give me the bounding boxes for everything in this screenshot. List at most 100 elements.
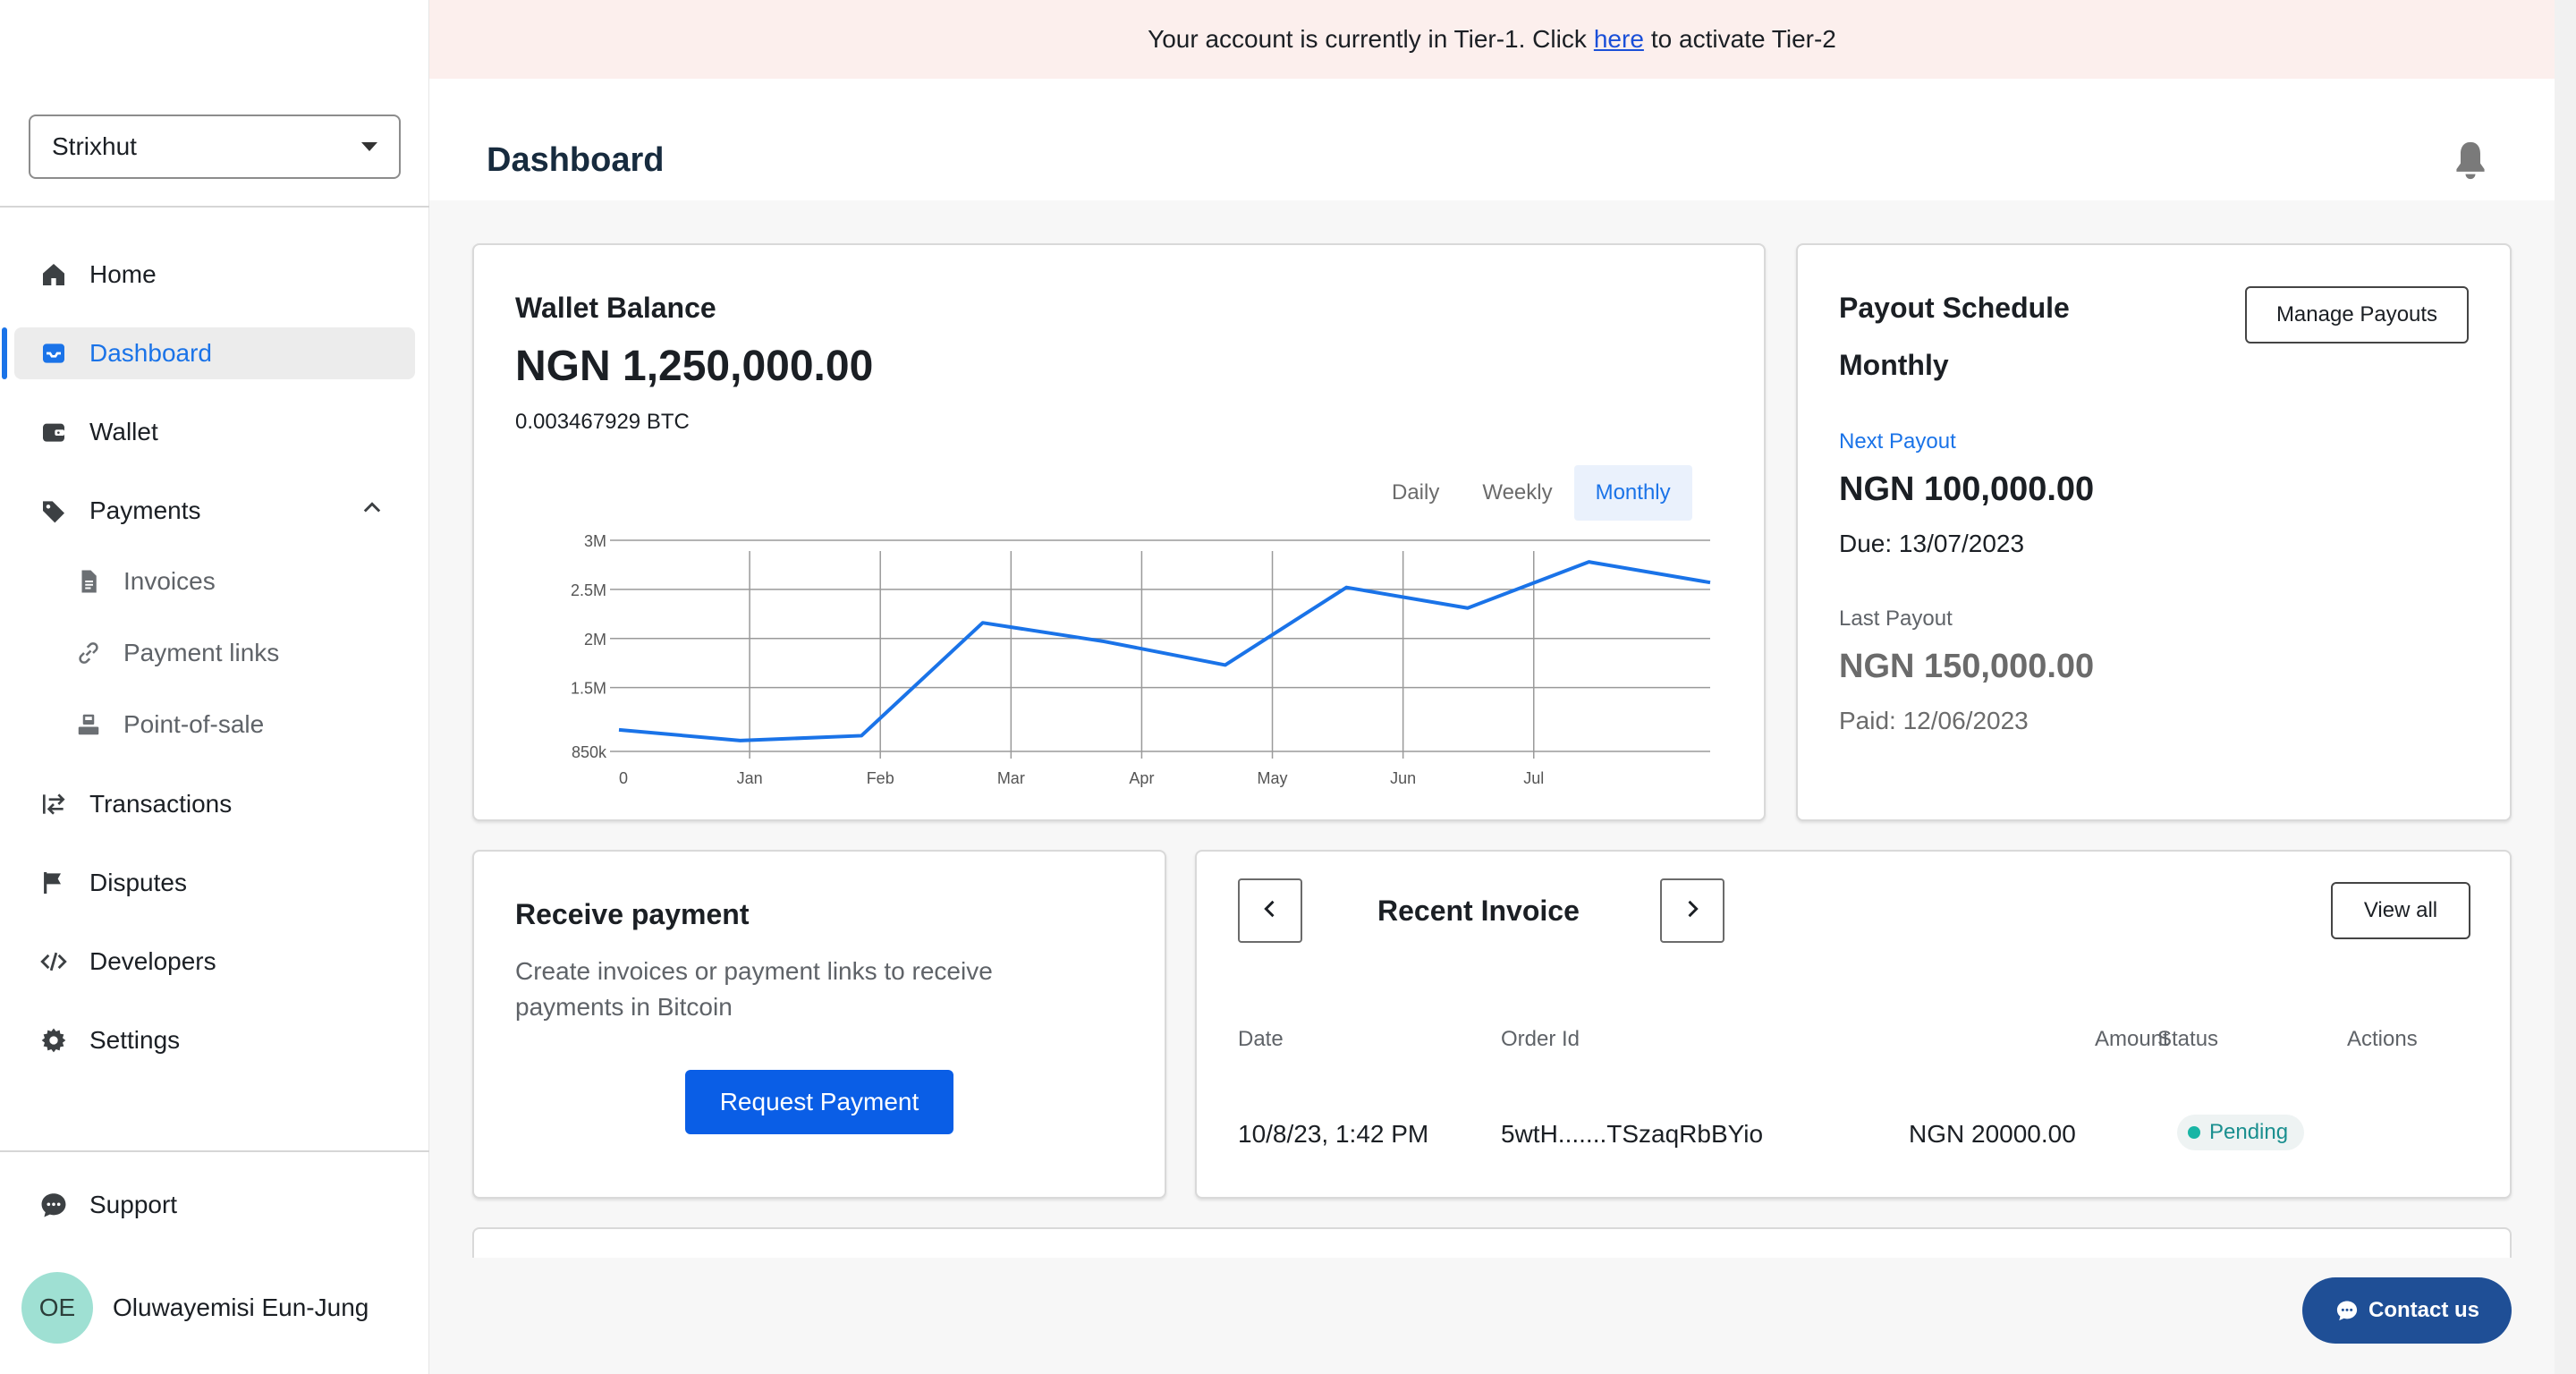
next-payout-due: Due: 13/07/2023 [1839,530,2025,557]
status-badge: Pending [2177,1115,2305,1150]
series-line [618,560,1711,742]
sidebar-item-transactions[interactable]: Transactions [14,778,415,830]
x-tick-label: Feb [867,769,894,787]
sidebar-item-payment-links[interactable]: Payment links [50,628,415,678]
sidebar-item-label: Home [89,260,157,288]
sidebar-item-label: Wallet [89,418,158,445]
x-tick-label: Jun [1390,769,1416,787]
next-payout-label: Next Payout [1839,429,1956,454]
receive-description: Create invoices or payment links to rece… [515,954,993,1025]
page-title: Dashboard [487,141,665,179]
gear-icon [38,1024,70,1056]
last-payout-label: Last Payout [1839,606,1953,631]
previous-invoice-button[interactable] [1238,878,1302,943]
document-icon [73,566,104,597]
column-header-order-id: Order Id [1501,1027,1580,1051]
x-tick-label: May [1258,769,1288,787]
sidebar-item-label: Support [89,1191,178,1218]
payout-card: Payout Schedule Manage Payouts Monthly N… [1796,243,2512,821]
page-header: Dashboard [429,79,2555,200]
chevron-up-icon[interactable] [360,496,385,527]
avatar: OE [21,1272,93,1344]
contact-us-label: Contact us [2368,1298,2479,1322]
receive-payment-card: Receive payment Create invoices or payme… [472,850,1166,1199]
receive-description-line: payments in Bitcoin [515,993,733,1021]
tier-banner: Your account is currently in Tier-1. Cli… [429,0,2555,79]
sidebar-item-label: Payment links [123,639,280,666]
x-tick-label: Jan [737,769,763,787]
invoice-order-id: 5wtH.......TSzaqRbBYio [1501,1120,1764,1148]
sidebar-item-wallet[interactable]: Wallet [14,406,415,458]
wallet-card: Wallet Balance NGN 1,250,000.00 0.003467… [472,243,1766,821]
code-icon [38,946,70,978]
sidebar-item-developers[interactable]: Developers [14,936,415,988]
sidebar-item-label: Invoices [123,567,216,595]
payout-frequency: Monthly [1839,349,1949,381]
last-payout-paid: Paid: 12/06/2023 [1839,707,2029,734]
payout-title: Payout Schedule [1839,292,2070,324]
transfer-icon [38,788,70,820]
scrollbar[interactable] [2555,0,2576,1374]
y-tick-label: 2M [584,631,606,649]
bell-icon[interactable] [2451,138,2490,187]
last-payout-amount: NGN 150,000.00 [1839,648,2095,685]
column-header-status: Status [2157,1027,2219,1051]
sidebar-item-dashboard[interactable]: Dashboard [2,327,415,379]
user-profile[interactable]: OE Oluwayemisi Eun-Jung [21,1272,369,1344]
lower-card-mask [429,1258,2555,1374]
sidebar-item-support[interactable]: Support [14,1179,415,1231]
sidebar-item-label: Disputes [89,869,187,896]
y-tick-label: 1.5M [571,680,606,698]
view-all-button[interactable]: View all [2331,882,2470,939]
sidebar-item-point-of-sale[interactable]: Point-of-sale [50,700,415,750]
sidebar-item-payments[interactable]: Payments [14,485,415,537]
caret-down-icon [361,142,377,151]
wallet-chart: 850k 1.5M 2M 2.5M 3M 0 Jan Feb Mar Apr May Jun Jul [571,532,1711,787]
sidebar-item-invoices[interactable]: Invoices [50,556,415,606]
chevron-right-icon [1680,896,1705,926]
status-dot-icon [2188,1126,2200,1139]
status-text: Pending [2209,1120,2289,1144]
x-tick-label: 0 [619,769,628,787]
sidebar-item-label: Point-of-sale [123,710,265,738]
inbox-icon [38,337,70,369]
banner-text: Your account is currently in Tier-1. Cli… [1148,25,1587,53]
request-payment-button[interactable]: Request Payment [685,1070,953,1134]
tag-icon [38,495,70,527]
y-tick-label: 850k [572,743,607,761]
sidebar-item-disputes[interactable]: Disputes [14,857,415,909]
banner-link[interactable]: here [1594,25,1644,54]
chat-bubble-icon [38,1189,70,1221]
receive-description-line: Create invoices or payment links to rece… [515,957,993,985]
home-icon [38,259,70,291]
column-header-date: Date [1238,1027,1284,1051]
invoice-amount: NGN 20000.00 [1909,1120,2076,1148]
next-invoice-button[interactable] [1660,878,1724,943]
user-name: Oluwayemisi Eun-Jung [113,1293,369,1321]
link-icon [73,638,104,668]
flag-icon [38,867,70,899]
recent-invoice-title: Recent Invoice [1377,895,1580,927]
y-tick-label: 2.5M [571,581,606,599]
receive-title: Receive payment [515,898,750,930]
x-tick-label: Mar [997,769,1025,787]
business-select[interactable]: Strixhut [29,114,401,179]
contact-us-button[interactable]: Contact us [2302,1277,2512,1344]
sidebar: Strixhut Home Dashboard Wallet Payments [0,0,429,1374]
recent-invoice-card: Recent Invoice View all Date Order Id Am… [1195,850,2512,1199]
business-name: Strixhut [52,132,137,160]
manage-payouts-button[interactable]: Manage Payouts [2245,286,2469,344]
chevron-left-icon [1258,896,1283,926]
sidebar-item-settings[interactable]: Settings [14,1014,415,1066]
sidebar-item-label: Settings [89,1026,181,1054]
x-tick-label: Apr [1129,769,1154,787]
sidebar-divider [0,206,429,208]
sidebar-item-home[interactable]: Home [14,249,415,301]
sidebar-item-label: Developers [89,947,216,975]
sidebar-item-label: Payments [89,496,201,524]
column-header-actions: Actions [2347,1027,2418,1051]
sidebar-item-label: Dashboard [89,339,212,367]
next-payout-amount: NGN 100,000.00 [1839,471,2095,508]
invoice-date: 10/8/23, 1:42 PM [1238,1120,1429,1148]
sidebar-divider [0,1150,429,1152]
